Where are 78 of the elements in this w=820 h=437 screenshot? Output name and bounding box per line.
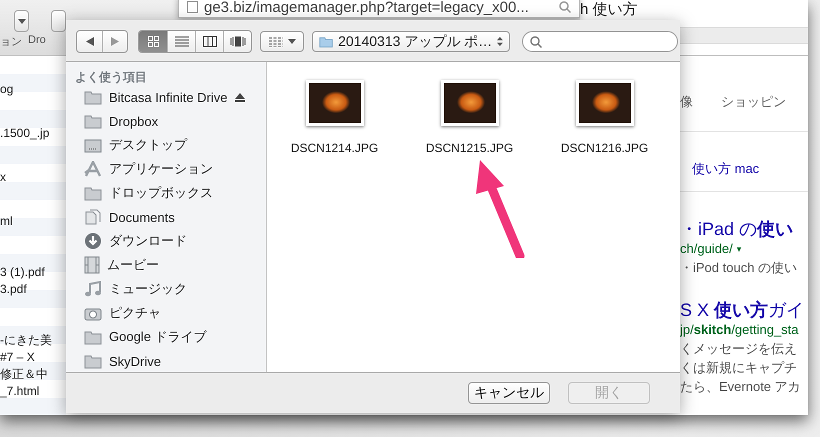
file-name[interactable]: DSCN1214.JPG	[290, 141, 378, 155]
list-view-icon	[174, 36, 188, 47]
search-query: h 使い方	[580, 0, 639, 20]
sidebar-item[interactable]: Documents	[66, 205, 266, 229]
icon-view-icon	[148, 36, 158, 47]
file-name[interactable]: 修正＆中	[0, 366, 66, 383]
column-view-icon	[202, 36, 216, 47]
sidebar-item[interactable]: Google ドライブ	[66, 325, 266, 349]
file-name[interactable]: 3 (1).pdf	[0, 264, 66, 281]
result-snippet: くメッセージを伝え	[680, 340, 798, 358]
url-menu-caret[interactable]: ▾	[736, 240, 742, 258]
address-suggestion[interactable]: ge3.biz/imagemanager.php?target=legacy_x00...	[178, 0, 580, 18]
file-name[interactable]: x	[0, 169, 66, 186]
view-mode-button[interactable]	[139, 31, 167, 52]
toolbar-label: ョン	[0, 35, 22, 49]
documents-icon	[84, 209, 102, 225]
sidebar-header: よく使う項目	[74, 69, 148, 85]
search-tab[interactable]: 像	[680, 93, 693, 131]
desktop-icon	[84, 138, 102, 152]
sidebar-item[interactable]: Dropbox	[66, 109, 266, 133]
arrange-button[interactable]	[260, 31, 304, 52]
file-name[interactable]: .1500_.jp	[0, 125, 66, 142]
caret-icon	[288, 39, 296, 44]
camera-icon	[84, 306, 102, 320]
search-icon	[559, 1, 571, 13]
dialog-button[interactable]: キャンセル	[468, 382, 550, 404]
result-snippet: くは新規にキャプチ	[680, 359, 798, 377]
sidebar-item[interactable]: デスクトップ	[66, 133, 266, 157]
grid-icon	[268, 36, 282, 46]
result-snippet: ・iPod touch の使い	[680, 259, 798, 277]
folder-icon	[84, 90, 102, 104]
search-tab[interactable]: ショッピン	[721, 93, 786, 131]
image-thumbnail[interactable]	[440, 80, 498, 126]
image-thumbnail[interactable]	[576, 80, 634, 126]
file-name[interactable]: DSCN1216.JPG	[560, 141, 648, 155]
result-title[interactable]: ・iPad の使い	[680, 218, 808, 240]
folder-icon	[84, 330, 102, 344]
back-icon	[86, 37, 94, 46]
search-icon	[530, 36, 542, 48]
result-snippet: たら、Evernote アカ	[680, 378, 802, 396]
folder-icon	[84, 186, 102, 200]
file-name[interactable]: DSCN1215.JPG	[426, 141, 514, 155]
sidebar-item[interactable]: ムービー	[66, 253, 266, 277]
result-title[interactable]: S X 使い方ガイ	[680, 299, 808, 321]
sidebar-item[interactable]: Bitcasa Infinite Drive	[66, 85, 266, 109]
search-field[interactable]	[522, 31, 678, 52]
related-search-link[interactable]: 使い方 mac	[692, 161, 760, 176]
sidebar-item[interactable]: ピクチャ	[66, 301, 266, 325]
file-name[interactable]: og	[0, 81, 66, 98]
up-down-arrows-icon	[497, 36, 503, 47]
toolbar-button[interactable]	[14, 10, 29, 32]
file-name[interactable]: ml	[0, 213, 66, 230]
folder-path-popup[interactable]: 20140313 アップル ポ…	[312, 31, 510, 52]
caret-icon	[18, 18, 26, 24]
applications-icon	[84, 161, 102, 177]
film-icon	[84, 256, 100, 274]
file-name[interactable]: #7 – X	[0, 349, 66, 366]
result-url: ch/guide/	[680, 240, 733, 258]
sidebar-item[interactable]: SkyDrive	[66, 349, 266, 372]
file-name[interactable]: -にきた美	[0, 332, 66, 349]
sidebar-item[interactable]: ダウンロード	[66, 229, 266, 253]
file-name[interactable]: _7.html	[0, 383, 66, 400]
folder-icon	[84, 114, 102, 128]
music-note-icon	[84, 281, 102, 297]
image-thumbnail[interactable]	[306, 80, 364, 126]
folder-icon	[319, 34, 334, 48]
toolbar-label: Dro	[28, 34, 46, 48]
cover-flow-icon	[230, 36, 246, 47]
page-icon	[187, 1, 198, 13]
eject-icon[interactable]	[234, 92, 244, 102]
download-icon	[84, 232, 102, 250]
folder-icon	[84, 354, 102, 368]
sidebar-item[interactable]: ドロップボックス	[66, 181, 266, 205]
file-name[interactable]: 3.pdf	[0, 281, 66, 298]
sidebar-item[interactable]: アプリケーション	[66, 157, 266, 181]
forward-icon	[111, 37, 119, 46]
result-url: jp/skitch/getting_sta	[680, 321, 799, 339]
sidebar-item[interactable]: ミュージック	[66, 277, 266, 301]
